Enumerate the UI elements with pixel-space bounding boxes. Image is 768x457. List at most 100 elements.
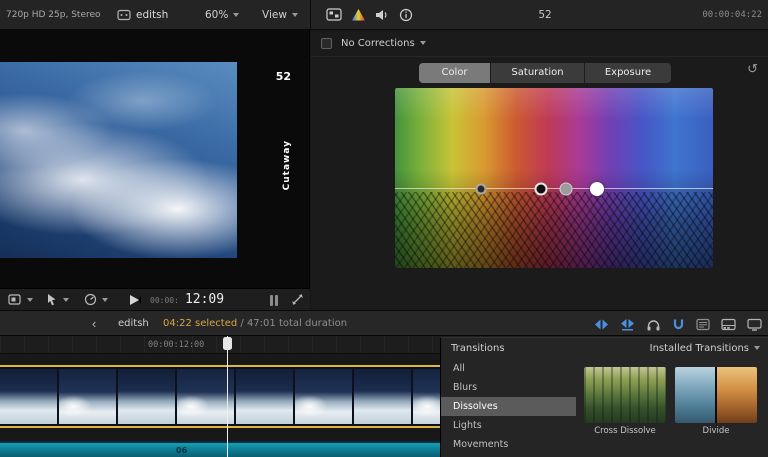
timeline-toolbar-icons bbox=[594, 311, 762, 337]
chevron-down-icon bbox=[291, 13, 298, 17]
tools-menu-button[interactable] bbox=[46, 293, 69, 306]
audio-skimming-icon[interactable] bbox=[620, 318, 635, 331]
chevron-down-icon bbox=[102, 297, 108, 302]
installed-transitions-label: Installed Transitions bbox=[649, 343, 749, 354]
tab-saturation[interactable]: Saturation bbox=[491, 63, 585, 83]
app-window: 720p HD 25p, Stereo editsh 60% View 52 0… bbox=[0, 0, 768, 457]
audio-meters-icon[interactable] bbox=[270, 294, 280, 309]
selected-duration: 04:22 selected bbox=[163, 318, 238, 329]
master-puck[interactable] bbox=[475, 183, 487, 194]
media-icon bbox=[117, 9, 131, 24]
fullscreen-icon[interactable] bbox=[291, 293, 304, 309]
transition-item-cross-dissolve[interactable]: Cross Dissolve bbox=[584, 367, 666, 436]
highlights-puck[interactable] bbox=[590, 181, 604, 196]
total-duration: / 47:01 total duration bbox=[237, 318, 348, 329]
toolbar-divider bbox=[310, 0, 311, 30]
shadows-puck[interactable] bbox=[534, 182, 548, 195]
chevron-down-icon bbox=[233, 13, 240, 17]
project-format-info: 720p HD 25p, Stereo bbox=[6, 10, 101, 20]
transitions-category-list: All Blurs Dissolves Lights Movements bbox=[441, 359, 576, 457]
transport-bar: 00:00: 12:09 bbox=[0, 288, 310, 310]
filmstrip-frame bbox=[177, 369, 234, 424]
color-board-tabs: Color Saturation Exposure bbox=[419, 63, 671, 83]
corrections-dropdown[interactable]: No Corrections bbox=[341, 30, 426, 57]
filmstrip-frame bbox=[0, 369, 57, 424]
transition-name: Cross Dissolve bbox=[594, 426, 656, 436]
category-movements[interactable]: Movements bbox=[441, 435, 576, 454]
installed-transitions-dropdown[interactable]: Installed Transitions bbox=[650, 338, 760, 359]
correction-enable-checkbox[interactable] bbox=[321, 38, 332, 49]
tab-exposure[interactable]: Exposure bbox=[585, 63, 671, 83]
timecode-seconds-frames: 12:09 bbox=[184, 292, 225, 307]
midtones-puck[interactable] bbox=[559, 182, 573, 195]
transition-thumbnail-right bbox=[717, 367, 757, 423]
solo-headphones-icon[interactable] bbox=[646, 318, 661, 331]
timecode-hours-minutes: 00:00: bbox=[150, 296, 179, 305]
filmstrip-frame bbox=[118, 369, 175, 424]
info-icon[interactable] bbox=[399, 8, 413, 25]
view-select[interactable]: View bbox=[262, 0, 298, 30]
chevron-down-icon bbox=[419, 41, 426, 45]
audio-clip-label: 06 bbox=[176, 446, 188, 455]
timeline-duration-status: 04:22 selected / 47:01 total duration bbox=[163, 311, 347, 337]
zoom-select[interactable]: 60% bbox=[205, 0, 240, 30]
clip-appearance-icon[interactable] bbox=[721, 318, 736, 331]
palette-icon[interactable] bbox=[351, 8, 366, 25]
snapping-magnet-icon[interactable] bbox=[672, 318, 685, 331]
chevron-down-icon bbox=[27, 297, 33, 302]
playhead[interactable] bbox=[227, 336, 228, 457]
transport-timecode: 00:00: 12:09 bbox=[150, 289, 224, 311]
viewer: 52 Cutaway bbox=[0, 30, 310, 288]
meter-bar bbox=[275, 295, 278, 306]
playhead-handle[interactable] bbox=[223, 337, 232, 350]
transition-thumbnail bbox=[584, 367, 666, 423]
transitions-title: Transitions bbox=[451, 343, 505, 354]
timeline-toolbar: ‹ editsh 04:22 selected / 47:01 total du… bbox=[0, 310, 768, 336]
play-button[interactable] bbox=[130, 294, 141, 305]
back-icon[interactable]: ‹ bbox=[92, 311, 96, 336]
timeline-project-name[interactable]: editsh bbox=[118, 311, 149, 337]
viewer-options-button[interactable] bbox=[8, 293, 33, 306]
chevron-down-icon bbox=[63, 297, 69, 302]
inspector-clip-number: 52 bbox=[538, 9, 552, 21]
transition-thumbnail bbox=[675, 367, 757, 423]
category-lights[interactable]: Lights bbox=[441, 416, 576, 435]
view-label: View bbox=[262, 9, 287, 21]
filmstrip-frame bbox=[354, 369, 411, 424]
viewer-video-frame bbox=[0, 62, 237, 258]
color-board-hatch-pattern bbox=[395, 192, 713, 268]
color-board bbox=[395, 88, 713, 268]
skimming-icon[interactable] bbox=[594, 318, 609, 331]
external-display-icon[interactable] bbox=[747, 318, 762, 331]
tab-color[interactable]: Color bbox=[419, 63, 491, 83]
category-dissolves[interactable]: Dissolves bbox=[441, 397, 576, 416]
viewer-clip-number: 52 bbox=[275, 70, 291, 83]
color-inspector-panel: No Corrections Color Saturation Exposure… bbox=[311, 30, 768, 310]
neutral-line bbox=[395, 188, 713, 189]
transitions-browser: Transitions Installed Transitions All Bl… bbox=[440, 337, 768, 457]
transition-name: Divide bbox=[702, 426, 730, 436]
category-blurs[interactable]: Blurs bbox=[441, 378, 576, 397]
transition-item-divide[interactable]: Divide bbox=[675, 367, 757, 436]
speaker-icon[interactable] bbox=[375, 8, 390, 25]
top-toolbar: 720p HD 25p, Stereo editsh 60% View 52 0… bbox=[0, 0, 768, 30]
ruler-timecode: 00:00:12:00 bbox=[148, 340, 205, 350]
zoom-value: 60% bbox=[205, 9, 229, 21]
filmstrip-frame bbox=[59, 369, 116, 424]
transition-thumbnail-left bbox=[675, 367, 715, 423]
project-name[interactable]: editsh bbox=[136, 0, 168, 30]
timeline-index-icon[interactable] bbox=[696, 318, 710, 331]
transitions-grid: Cross Dissolve Divide bbox=[576, 359, 768, 457]
corrections-dropdown-label: No Corrections bbox=[341, 38, 415, 49]
retime-menu-button[interactable] bbox=[84, 293, 108, 306]
category-all[interactable]: All bbox=[441, 359, 576, 378]
inspector-timecode: 00:00:04:22 bbox=[702, 10, 762, 20]
reset-icon[interactable]: ↺ bbox=[747, 61, 758, 77]
corrections-row: No Corrections bbox=[311, 30, 768, 57]
filmstrip-frame bbox=[295, 369, 352, 424]
color-board-icon[interactable] bbox=[326, 8, 342, 25]
chevron-down-icon bbox=[754, 346, 760, 350]
filmstrip-frame bbox=[236, 369, 293, 424]
viewer-angle-label: Cutaway bbox=[282, 140, 292, 191]
meter-bar bbox=[270, 295, 273, 306]
